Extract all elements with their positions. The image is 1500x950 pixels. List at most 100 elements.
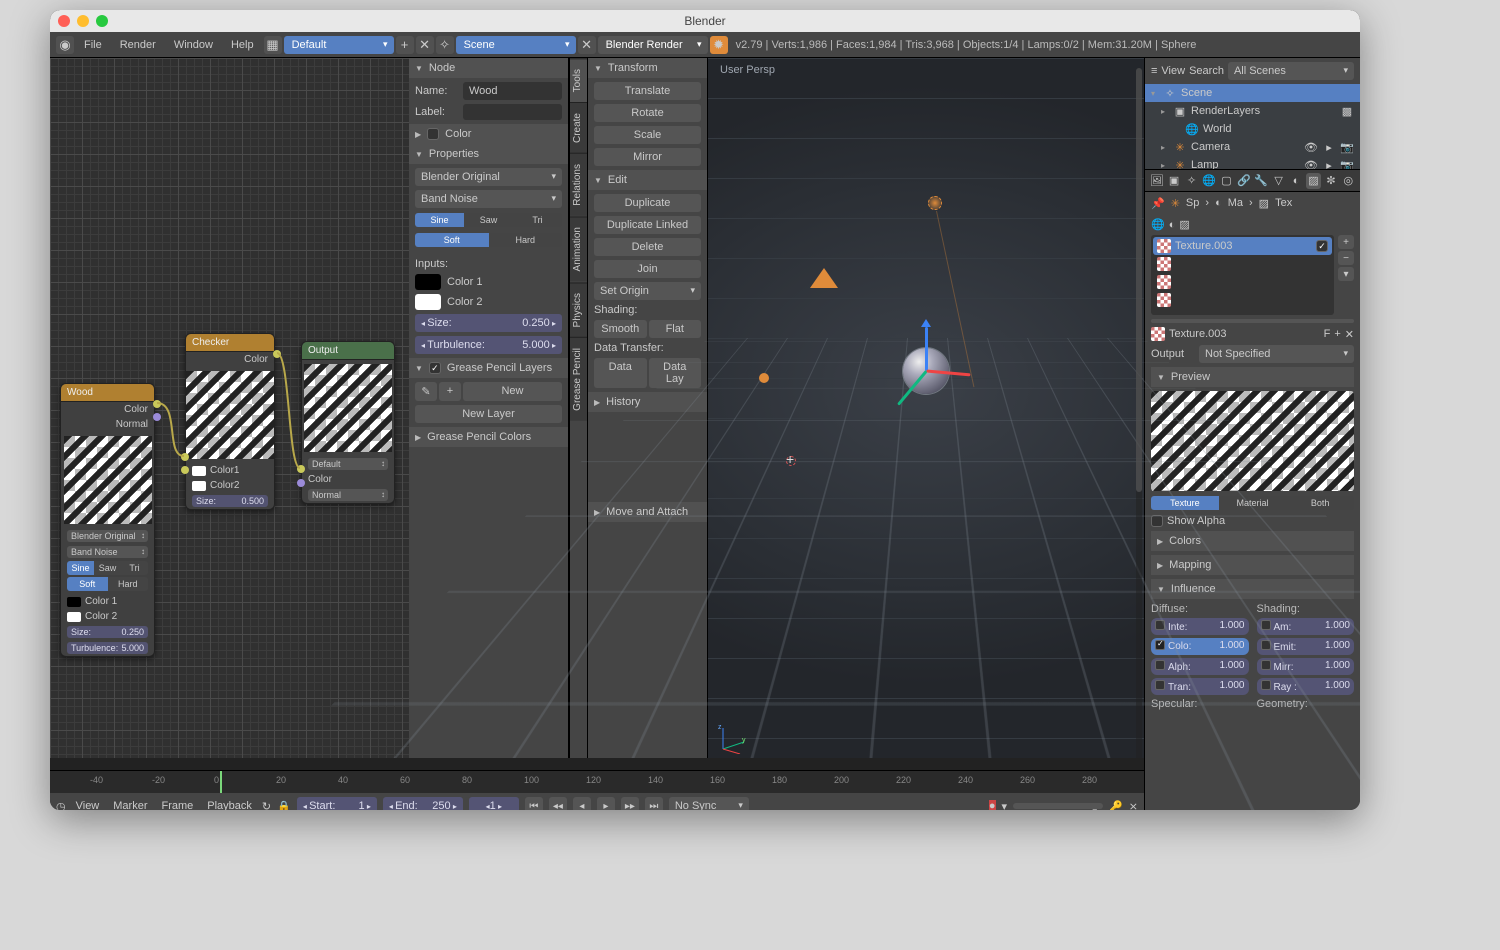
- wood-saw[interactable]: Saw: [94, 561, 121, 575]
- lamp-object-2[interactable]: [759, 373, 769, 383]
- input-color1-swatch[interactable]: [415, 274, 441, 290]
- checker-color2[interactable]: Color2: [210, 480, 239, 491]
- output-dropdown[interactable]: Not Specified: [1199, 345, 1354, 363]
- ctx-data-icon[interactable]: ▽: [1271, 173, 1286, 189]
- section-gpc[interactable]: Grease Pencil Colors: [409, 427, 568, 447]
- ctx-material[interactable]: Ma: [1228, 197, 1243, 209]
- node-editor-view[interactable]: Wood Color Normal Blender Original Band …: [50, 58, 409, 784]
- section-node[interactable]: Node: [409, 58, 568, 78]
- ctx-physics-icon[interactable]: ◎: [1341, 173, 1356, 189]
- prop-turbulence[interactable]: Turbulence:5.000: [415, 336, 562, 354]
- tex-material-btn[interactable]: ◐: [1169, 219, 1176, 231]
- tl-menu-frame[interactable]: Frame: [158, 798, 198, 810]
- camera-object[interactable]: [810, 268, 838, 288]
- tex-slot-menu[interactable]: ▾: [1338, 267, 1354, 281]
- ctx-render-icon[interactable]: 🖼: [1149, 173, 1164, 189]
- input-color2-swatch[interactable]: [415, 294, 441, 310]
- outliner-camera[interactable]: ▸✳Camera👁▸📷: [1145, 138, 1360, 156]
- blender-logo-icon[interactable]: ◉: [56, 36, 74, 54]
- view3d-scrollbar[interactable]: [1136, 68, 1142, 774]
- btn-delete[interactable]: Delete: [594, 238, 701, 256]
- screen-layout-dropdown[interactable]: Default: [284, 36, 394, 54]
- tex-slot-2[interactable]: [1153, 273, 1332, 291]
- timeline-cursor[interactable]: [220, 771, 222, 793]
- wood-hard[interactable]: Hard: [108, 577, 149, 591]
- ctx-material-icon[interactable]: ◐: [1288, 173, 1303, 189]
- texture-datablock[interactable]: Texture.003: [1169, 328, 1320, 340]
- tl-play-reverse[interactable]: ◂: [573, 797, 591, 810]
- ctx-texture-icon[interactable]: ▨: [1306, 173, 1321, 189]
- btn-mirror[interactable]: Mirror: [594, 148, 701, 166]
- ctx-scene-icon[interactable]: ✧: [1184, 173, 1199, 189]
- pin-icon[interactable]: 📌: [1151, 197, 1165, 210]
- tex-slot-remove[interactable]: −: [1338, 251, 1354, 265]
- node-label-input[interactable]: [463, 104, 562, 120]
- timeline-ruler[interactable]: -40-200204060801001201401601802002202402…: [50, 771, 1144, 793]
- tab-tools[interactable]: Tools: [570, 58, 587, 102]
- node-wood[interactable]: Wood Color Normal Blender Original Band …: [60, 383, 155, 657]
- wood-bandtype[interactable]: Band Noise: [67, 546, 148, 558]
- remove-scene-button[interactable]: ✕: [578, 36, 596, 54]
- node-name-input[interactable]: Wood: [463, 82, 562, 100]
- add-layout-button[interactable]: +: [396, 36, 414, 54]
- outliner-editor-icon[interactable]: ≡: [1151, 65, 1157, 77]
- btn-duplicate[interactable]: Duplicate: [594, 194, 701, 212]
- tl-lock-icon[interactable]: 🔒: [277, 800, 291, 811]
- prop-soft[interactable]: Soft: [415, 233, 489, 247]
- tex-new[interactable]: +: [1334, 328, 1340, 340]
- menu-file[interactable]: File: [76, 36, 110, 54]
- gpl-pencil-icon[interactable]: ✎: [415, 382, 437, 401]
- node-checker-header[interactable]: Checker: [186, 334, 274, 352]
- scene-dropdown[interactable]: Scene: [456, 36, 576, 54]
- ctx-modifiers-icon[interactable]: 🔧: [1254, 173, 1269, 189]
- ctx-renderlayers-icon[interactable]: ▣: [1166, 173, 1181, 189]
- prop-size[interactable]: Size:0.250: [415, 314, 562, 332]
- prop-bandtype[interactable]: Band Noise: [415, 190, 562, 208]
- btn-set-origin[interactable]: Set Origin: [594, 282, 701, 300]
- tl-keyframe-next[interactable]: ▸▸: [621, 797, 639, 810]
- outliner-filter[interactable]: All Scenes: [1228, 62, 1354, 80]
- render-engine-dropdown[interactable]: Blender Render: [598, 36, 708, 54]
- menu-window[interactable]: Window: [166, 36, 221, 54]
- tab-create[interactable]: Create: [570, 102, 587, 153]
- node-checker[interactable]: Checker Color Color1 Color2 Size:0.500: [185, 333, 275, 510]
- lamp-object[interactable]: [928, 196, 942, 210]
- tl-sync[interactable]: No Sync: [669, 797, 749, 810]
- tl-end[interactable]: End:250: [383, 797, 463, 810]
- tl-menu-playback[interactable]: Playback: [203, 798, 256, 810]
- tl-play[interactable]: ▸: [597, 797, 615, 810]
- wood-noisebasis[interactable]: Blender Original: [67, 530, 148, 542]
- tex-F[interactable]: F: [1324, 328, 1331, 340]
- prop-saw[interactable]: Saw: [464, 213, 513, 227]
- section-transform[interactable]: Transform: [588, 58, 707, 78]
- tex-slot-1[interactable]: [1153, 255, 1332, 273]
- tl-current[interactable]: 1: [469, 797, 519, 810]
- btn-scale[interactable]: Scale: [594, 126, 701, 144]
- tl-menu-view[interactable]: View: [72, 798, 104, 810]
- tab-animation[interactable]: Animation: [570, 216, 587, 281]
- gpl-checkbox[interactable]: [429, 362, 441, 374]
- output-filename[interactable]: Default: [308, 458, 388, 470]
- wood-color2[interactable]: Color 2: [85, 611, 117, 622]
- prop-noisebasis[interactable]: Blender Original: [415, 168, 562, 186]
- section-color[interactable]: Color: [409, 124, 568, 144]
- prop-tri[interactable]: Tri: [513, 213, 562, 227]
- ctx-texture[interactable]: Tex: [1275, 197, 1292, 209]
- ctx-particles-icon[interactable]: ✼: [1323, 173, 1338, 189]
- tex-slot-add[interactable]: +: [1338, 235, 1354, 249]
- btn-data[interactable]: Data: [594, 358, 647, 388]
- btn-duplicate-linked[interactable]: Duplicate Linked: [594, 216, 701, 234]
- node-output-header[interactable]: Output: [302, 342, 394, 360]
- tex-other-btn[interactable]: ▨: [1179, 218, 1189, 231]
- btn-join[interactable]: Join: [594, 260, 701, 278]
- dopesheet-strip[interactable]: [50, 758, 1144, 770]
- ctx-sphere[interactable]: Sp: [1186, 197, 1199, 209]
- tl-refresh-icon[interactable]: ↻: [262, 800, 271, 811]
- outliner-renderlayers[interactable]: ▸▣RenderLayers▩: [1145, 102, 1360, 120]
- timeline-editor-icon[interactable]: ◷: [56, 800, 66, 811]
- prop-hard[interactable]: Hard: [489, 233, 563, 247]
- section-edit[interactable]: Edit: [588, 170, 707, 190]
- outliner-view[interactable]: View: [1161, 65, 1185, 77]
- scene-icon[interactable]: ✧: [436, 36, 454, 54]
- node-output[interactable]: Output Default Color Normal: [301, 341, 395, 504]
